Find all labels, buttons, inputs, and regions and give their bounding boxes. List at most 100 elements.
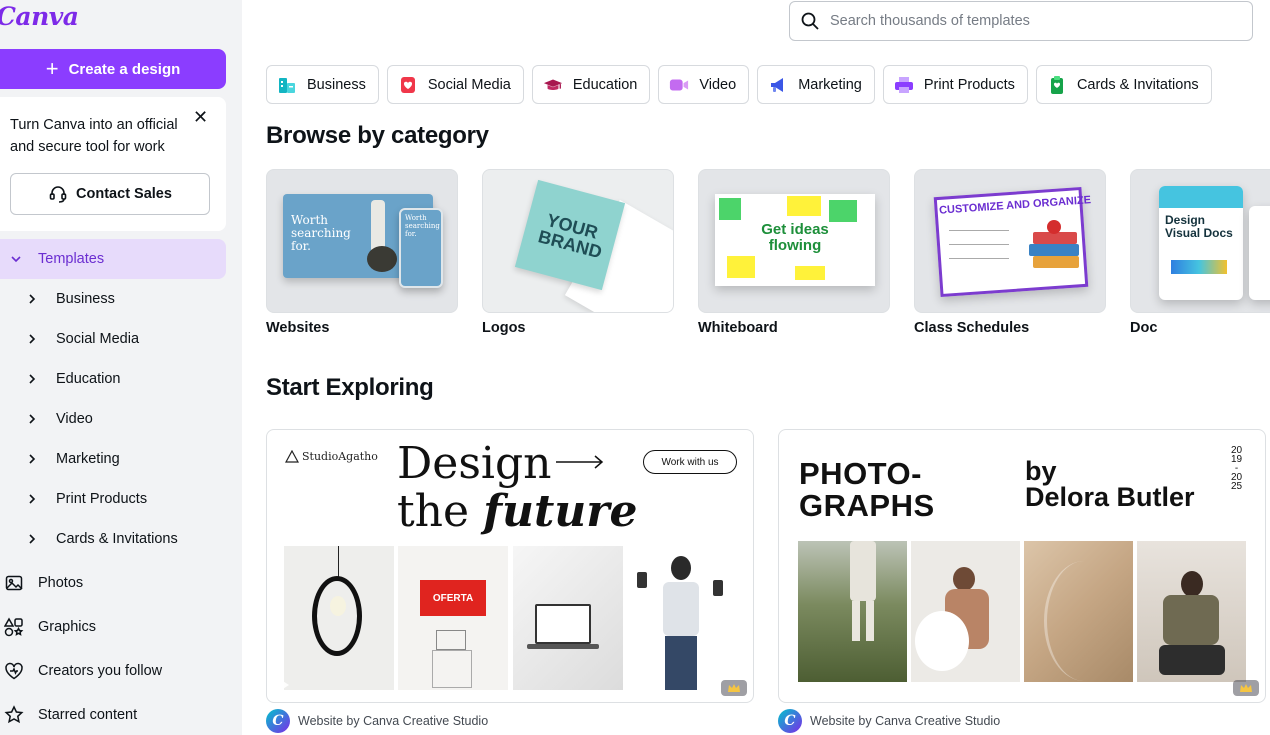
search-icon xyxy=(801,12,819,30)
category-thumbnail: Worth searching for. Worth searching for… xyxy=(266,169,458,313)
category-thumbnail: Design Visual Docs xyxy=(1130,169,1270,313)
photo-walker xyxy=(798,541,907,682)
thumb-text: Design Visual Docs xyxy=(1165,213,1233,240)
sidebar-item-label: Starred content xyxy=(38,707,138,723)
sidebar-item-video[interactable]: Video xyxy=(0,399,226,439)
promo-text: Turn Canva into an official and secure t… xyxy=(10,117,178,155)
create-design-label: Create a design xyxy=(68,60,181,78)
sidebar-item-cards-invitations[interactable]: Cards & Invitations xyxy=(0,519,226,559)
explore-heading: Start Exploring xyxy=(266,374,434,401)
chip-business[interactable]: Business xyxy=(266,65,379,104)
photo-seated-man xyxy=(1137,541,1246,682)
sidebar-item-label: Education xyxy=(56,371,121,387)
category-chips: Business Social Media Education Video Ma… xyxy=(266,65,1212,104)
template-tile-photographs[interactable]: PHOTO- GRAPHS by Delora Butler 20 19 - 2… xyxy=(778,429,1266,703)
canva-avatar-icon: C xyxy=(778,709,802,733)
template-tile-design-future[interactable]: StudioAgatho Design the future Work with… xyxy=(266,429,754,703)
arrow-right-icon xyxy=(556,455,604,469)
photo-lamp xyxy=(284,546,394,690)
category-whiteboard[interactable]: Get ideas flowing Whiteboard xyxy=(698,169,890,336)
shapes-icon xyxy=(4,617,24,637)
chip-label: Video xyxy=(699,76,737,93)
sidebar-item-business[interactable]: Business xyxy=(0,279,226,319)
contact-sales-button[interactable]: Contact Sales xyxy=(10,173,210,215)
image-icon xyxy=(4,573,24,593)
chevron-right-icon xyxy=(29,334,36,344)
sidebar-item-label: Graphics xyxy=(38,619,97,635)
chip-label: Education xyxy=(572,76,638,93)
chip-label: Marketing xyxy=(798,76,862,93)
category-label: Websites xyxy=(266,320,330,336)
chevron-right-icon xyxy=(29,534,36,544)
sidebar-item-label: Social Media xyxy=(56,331,140,347)
work-with-us-button: Work with us xyxy=(643,450,737,474)
chip-label: Social Media xyxy=(427,76,511,93)
star-icon xyxy=(4,705,24,725)
sidebar-item-label: Photos xyxy=(38,575,84,591)
chip-video[interactable]: Video xyxy=(658,65,750,104)
graduation-cap-icon xyxy=(543,75,563,95)
sidebar-item-label: Video xyxy=(56,411,93,427)
category-thumbnail: CUSTOMIZE AND ORGANIZE xyxy=(914,169,1106,313)
photo-laptop xyxy=(513,546,623,690)
thumb-text: Worth searching for. xyxy=(291,213,351,253)
search-bar[interactable] xyxy=(789,1,1253,41)
tile-headline-1: Design xyxy=(397,438,552,489)
sidebar-item-templates[interactable]: Templates xyxy=(0,239,226,279)
chevron-right-icon xyxy=(29,294,36,304)
category-logos[interactable]: YOUR BRAND Logos xyxy=(482,169,674,336)
category-label: Logos xyxy=(482,320,526,336)
sidebar-item-label: Business xyxy=(56,291,115,307)
category-label: Class Schedules xyxy=(914,320,1030,336)
search-input[interactable] xyxy=(830,13,1230,29)
sidebar-item-label: Print Products xyxy=(56,491,148,507)
sidebar-item-photos[interactable]: Photos xyxy=(0,563,226,603)
chip-marketing[interactable]: Marketing xyxy=(757,65,875,104)
studio-brand: StudioAgatho xyxy=(285,450,378,463)
chip-education[interactable]: Education xyxy=(531,65,651,104)
sidebar-item-education[interactable]: Education xyxy=(0,359,226,399)
sidebar-item-marketing[interactable]: Marketing xyxy=(0,439,226,479)
sidebar-item-print-products[interactable]: Print Products xyxy=(0,479,226,519)
chip-label: Print Products xyxy=(923,76,1015,93)
sidebar-item-graphics[interactable]: Graphics xyxy=(0,607,226,647)
category-doc[interactable]: Design Visual Docs Doc xyxy=(1130,169,1270,336)
megaphone-icon xyxy=(768,75,788,95)
triangle-logo-icon xyxy=(285,450,299,463)
sidebar-item-label: Cards & Invitations xyxy=(56,531,178,547)
chip-social-media[interactable]: Social Media xyxy=(386,65,524,104)
canva-logo[interactable]: Canva xyxy=(0,2,79,31)
play-icon xyxy=(275,676,289,694)
category-thumbnail: YOUR BRAND xyxy=(482,169,674,313)
chevron-down-icon xyxy=(11,256,21,263)
printer-icon xyxy=(894,75,914,95)
tile-headline: PHOTO- GRAPHS xyxy=(799,456,935,523)
building-icon xyxy=(277,75,297,95)
heart-icon xyxy=(4,661,24,681)
contact-sales-label: Contact Sales xyxy=(76,186,172,202)
tile-headline-2: the future xyxy=(397,486,638,537)
category-class-schedules[interactable]: CUSTOMIZE AND ORGANIZE Class Schedules xyxy=(914,169,1106,336)
sidebar-item-starred[interactable]: Starred content xyxy=(0,695,226,735)
close-icon[interactable]: ✕ xyxy=(193,108,208,126)
photo-person xyxy=(627,546,737,690)
category-label: Whiteboard xyxy=(698,320,778,336)
category-websites[interactable]: Worth searching for. Worth searching for… xyxy=(266,169,458,336)
heart-icon xyxy=(398,75,418,95)
thumb-text: Get ideas flowing xyxy=(761,221,829,254)
card-icon xyxy=(1047,75,1067,95)
create-design-button[interactable]: + Create a design xyxy=(0,49,226,89)
sidebar-item-creators[interactable]: Creators you follow xyxy=(0,651,226,691)
chip-print-products[interactable]: Print Products xyxy=(882,65,1028,104)
sidebar-item-label: Marketing xyxy=(56,451,120,467)
play-icon xyxy=(787,676,801,694)
sidebar-item-social-media[interactable]: Social Media xyxy=(0,319,226,359)
chevron-right-icon xyxy=(29,454,36,464)
canva-avatar-icon: C xyxy=(266,709,290,733)
crown-icon xyxy=(721,680,747,696)
crown-icon xyxy=(1233,680,1259,696)
sidebar-item-label: Templates xyxy=(38,251,105,267)
tile-caption: C Website by Canva Creative Studio xyxy=(266,709,488,733)
chip-cards-invitations[interactable]: Cards & Invitations xyxy=(1035,65,1212,104)
chip-label: Cards & Invitations xyxy=(1076,76,1199,93)
